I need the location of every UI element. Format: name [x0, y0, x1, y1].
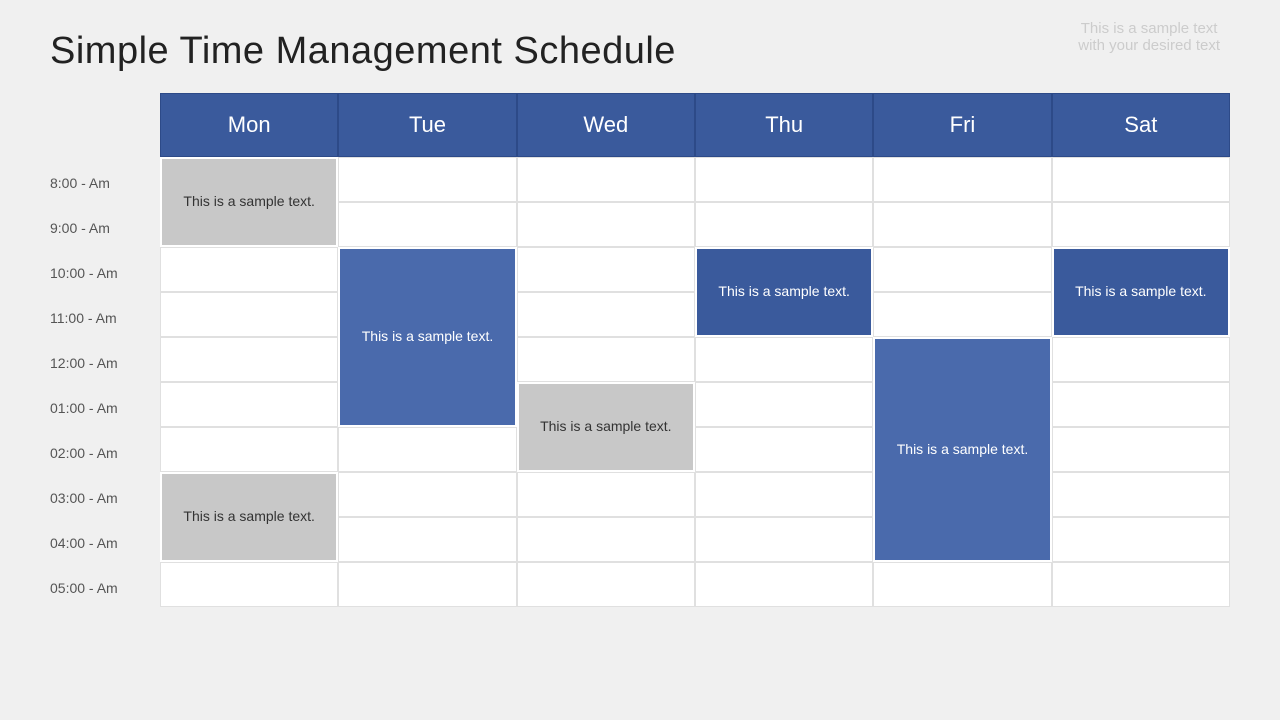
event-mon-1[interactable]: This is a sample text.	[160, 157, 338, 247]
event-sat-1[interactable]: This is a sample text.	[1052, 247, 1230, 337]
time-slot-1: 9:00 - Am	[50, 205, 160, 250]
day-headers: MonTueWedThuFriSat	[160, 93, 1230, 157]
grid-cell-r9-c2	[517, 562, 695, 607]
event-tue-1[interactable]: This is a sample text.	[338, 247, 516, 427]
time-slot-8: 04:00 - Am	[50, 520, 160, 565]
grid-cell-r1-c4	[873, 202, 1051, 247]
grid-cell-r6-c0	[160, 427, 338, 472]
grid-cell-r7-c2	[517, 472, 695, 517]
grid-cell-r8-c5	[1052, 517, 1230, 562]
event-thu-1[interactable]: This is a sample text.	[695, 247, 873, 337]
grid-cell-r0-c1	[338, 157, 516, 202]
grid-cell-r6-c3	[695, 427, 873, 472]
grid-cell-r1-c1	[338, 202, 516, 247]
grid-cell-r1-c3	[695, 202, 873, 247]
event-wed-1[interactable]: This is a sample text.	[517, 382, 695, 472]
grid-cell-r3-c0	[160, 292, 338, 337]
grid-cell-r7-c3	[695, 472, 873, 517]
grid-cell-r5-c0	[160, 382, 338, 427]
grid-cell-r0-c2	[517, 157, 695, 202]
grid-cell-r8-c1	[338, 517, 516, 562]
grid-cell-r0-c3	[695, 157, 873, 202]
grid-cell-r3-c2	[517, 292, 695, 337]
grid-body-wrapper: This is a sample text.This is a sample t…	[160, 157, 1230, 607]
grid-cell-r1-c5	[1052, 202, 1230, 247]
event-mon-2[interactable]: This is a sample text.	[160, 472, 338, 562]
grid-cell-r4-c2	[517, 337, 695, 382]
time-slot-3: 11:00 - Am	[50, 295, 160, 340]
event-fri-1[interactable]: This is a sample text.	[873, 337, 1051, 562]
schedule-wrapper: 8:00 - Am9:00 - Am10:00 - Am11:00 - Am12…	[50, 93, 1230, 610]
day-header-sat: Sat	[1052, 93, 1230, 157]
grid-cell-r9-c3	[695, 562, 873, 607]
grid-cell-r9-c0	[160, 562, 338, 607]
grid-cell-r7-c1	[338, 472, 516, 517]
time-slot-6: 02:00 - Am	[50, 430, 160, 475]
page-title: Simple Time Management Schedule	[50, 30, 1230, 73]
time-slot-9: 05:00 - Am	[50, 565, 160, 610]
day-header-thu: Thu	[695, 93, 873, 157]
grid-cell-r6-c5	[1052, 427, 1230, 472]
grid-cell-r5-c5	[1052, 382, 1230, 427]
time-slot-4: 12:00 - Am	[50, 340, 160, 385]
grid-container: This is a sample text.This is a sample t…	[160, 157, 1230, 607]
day-header-wed: Wed	[517, 93, 695, 157]
grid-cell-r5-c3	[695, 382, 873, 427]
grid-cell-r0-c5	[1052, 157, 1230, 202]
grid-cell-r2-c0	[160, 247, 338, 292]
time-slot-7: 03:00 - Am	[50, 475, 160, 520]
time-slot-0: 8:00 - Am	[50, 160, 160, 205]
grid-section: MonTueWedThuFriSat This is a sample text…	[160, 93, 1230, 610]
day-header-tue: Tue	[338, 93, 516, 157]
grid-cell-r3-c4	[873, 292, 1051, 337]
grid-cell-r8-c3	[695, 517, 873, 562]
page-container: Simple Time Management Schedule 8:00 - A…	[0, 0, 1280, 630]
grid-cell-r8-c2	[517, 517, 695, 562]
day-header-fri: Fri	[873, 93, 1051, 157]
time-column: 8:00 - Am9:00 - Am10:00 - Am11:00 - Am12…	[50, 160, 160, 610]
grid-cell-r2-c4	[873, 247, 1051, 292]
time-slot-2: 10:00 - Am	[50, 250, 160, 295]
grid-cell-r6-c1	[338, 427, 516, 472]
grid-cell-r9-c1	[338, 562, 516, 607]
grid-cell-r1-c2	[517, 202, 695, 247]
grid-cell-r4-c0	[160, 337, 338, 382]
day-header-mon: Mon	[160, 93, 338, 157]
grid-cell-r0-c4	[873, 157, 1051, 202]
time-slot-5: 01:00 - Am	[50, 385, 160, 430]
grid-cell-r4-c3	[695, 337, 873, 382]
grid-cell-r9-c5	[1052, 562, 1230, 607]
grid-cell-r9-c4	[873, 562, 1051, 607]
grid-cell-r2-c2	[517, 247, 695, 292]
grid-cell-r7-c5	[1052, 472, 1230, 517]
grid-cell-r4-c5	[1052, 337, 1230, 382]
